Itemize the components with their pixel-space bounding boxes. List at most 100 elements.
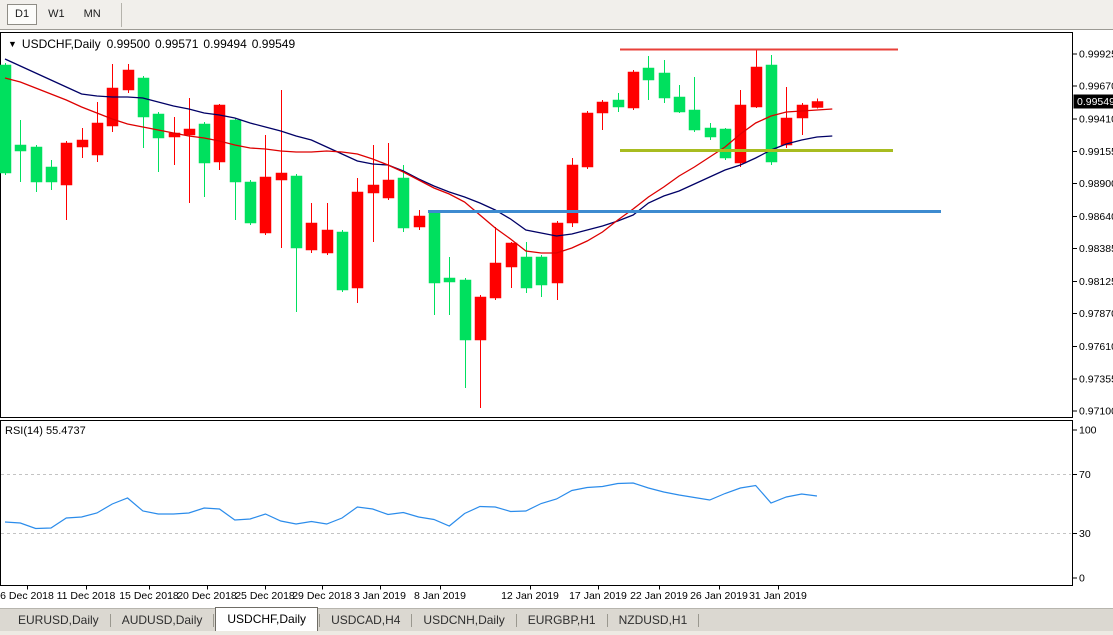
rsi-tick-label: 100 [1079,425,1097,437]
candle-body [368,185,379,193]
candle-body [15,145,26,151]
timeframe-button-w1[interactable]: W1 [40,4,73,25]
candle-body [276,173,287,180]
bottom-strip [0,631,1113,635]
candle-body [230,120,241,182]
candle-body [506,243,517,267]
candle-body [490,263,501,298]
candle-body [567,165,578,223]
candle-body [597,102,608,113]
candle-body [781,118,792,145]
price-tick-label: 0.99410 [1079,114,1113,126]
date-tick-label: 26 Jan 2019 [690,590,748,602]
symbol-dropdown-icon[interactable]: ▼ [8,39,17,49]
price-panel-frame [1,33,1073,418]
rsi-tick-label: 0 [1079,573,1085,585]
price-tick-label: 0.99925 [1079,49,1113,61]
date-tick-label: 17 Jan 2019 [569,590,627,602]
timeframe-button-d1[interactable]: D1 [7,4,37,25]
candle-body [92,123,103,155]
date-tick-label: 25 Dec 2018 [235,590,295,602]
date-tick-label: 15 Dec 2018 [119,590,179,602]
date-tick-label: 12 Jan 2019 [501,590,559,602]
price-tick-label: 0.98385 [1079,243,1113,255]
candle-body [689,110,700,130]
rsi-axis: 100 70 30 0 [1073,425,1097,585]
price-tick-label: 0.97355 [1079,374,1113,386]
date-tick-label: 29 Dec 2018 [292,590,352,602]
symbol-label: USDCHF,Daily [22,37,101,51]
candle-body [674,97,685,112]
candle-body [460,280,471,340]
candle-body [260,177,271,233]
price-tick-label: 0.97610 [1079,341,1113,353]
candle-body [414,216,425,227]
candle-body [61,143,72,185]
candle-body [613,100,624,107]
chart-tab-usdcad-h4[interactable]: USDCAD,H4 [321,610,410,630]
candle-body [306,223,317,250]
current-price-badge: 0.99549 [1074,95,1113,109]
chart-canvas[interactable]: 0.999250.996700.994100.991550.989000.986… [0,0,1113,635]
date-tick-label: 31 Jan 2019 [749,590,807,602]
date-tick-label: 6 Dec 2018 [0,590,54,602]
candle-body [199,124,210,163]
candle-body [521,257,532,288]
tab-divider [411,614,412,627]
rsi-tick-label: 30 [1079,528,1091,540]
candle-body [429,212,440,283]
candle-body [77,140,88,147]
date-axis: 6 Dec 201811 Dec 201815 Dec 201820 Dec 2… [0,586,807,603]
ohlc-open: 0.99500 [107,37,150,51]
rsi-indicator-label: RSI(14) 55.4737 [5,425,86,437]
chart-tab-eurgbp-h1[interactable]: EURGBP,H1 [518,610,606,630]
price-tick-label: 0.99155 [1079,146,1113,158]
tab-divider [698,614,699,627]
date-tick-label: 8 Jan 2019 [414,590,466,602]
chart-tab-nzdusd-h1[interactable]: NZDUSD,H1 [609,610,698,630]
candle-body [812,102,823,108]
price-tick-label: 0.99670 [1079,81,1113,93]
chart-tab-usdchf-daily[interactable]: USDCHF,Daily [215,607,318,632]
candle-body [444,278,455,282]
tab-divider [213,614,214,627]
price-tick-label: 0.98900 [1079,178,1113,190]
rsi-panel-frame [1,421,1073,586]
candle-body [751,67,762,107]
tab-divider [516,614,517,627]
candle-body [383,180,394,198]
candle-body [291,176,302,248]
chart-tab-usdcnh-daily[interactable]: USDCNH,Daily [413,610,514,630]
candle-body [184,129,195,135]
tab-divider [607,614,608,627]
rsi-tick-label: 70 [1079,469,1091,481]
timeframe-button-mn[interactable]: MN [76,4,109,25]
candle-body [214,105,225,162]
candle-body [46,167,57,182]
date-tick-label: 3 Jan 2019 [354,590,406,602]
tab-divider [319,614,320,627]
timeframe-toolbar: D1W1MN [0,0,1113,30]
candle-body [322,230,333,253]
chart-tab-audusd-daily[interactable]: AUDUSD,Daily [112,610,213,630]
price-tick-label: 0.98125 [1079,276,1113,288]
date-tick-label: 11 Dec 2018 [57,590,116,602]
current-price-badge-value: 0.99549 [1077,96,1113,108]
candle-body [705,128,716,137]
ohlc-close: 0.99549 [252,37,295,51]
candle-body [475,297,486,340]
chart-tab-eurusd-daily[interactable]: EURUSD,Daily [8,610,109,630]
candle-body [628,72,639,108]
candle-body [123,70,134,90]
chart-title: ▼ USDCHF,Daily 0.99500 0.99571 0.99494 0… [8,37,295,51]
chart-tab-bar: EURUSD,DailyAUDUSD,DailyUSDCHF,DailyUSDC… [0,608,1113,631]
candle-body [0,65,11,173]
price-tick-label: 0.97100 [1079,406,1113,418]
candle-body [536,257,547,285]
candle-body [643,68,654,80]
candle-body [398,178,409,228]
date-tick-label: 22 Jan 2019 [630,590,688,602]
ohlc-low: 0.99494 [203,37,246,51]
tab-divider [110,614,111,627]
candle-body [31,147,42,182]
